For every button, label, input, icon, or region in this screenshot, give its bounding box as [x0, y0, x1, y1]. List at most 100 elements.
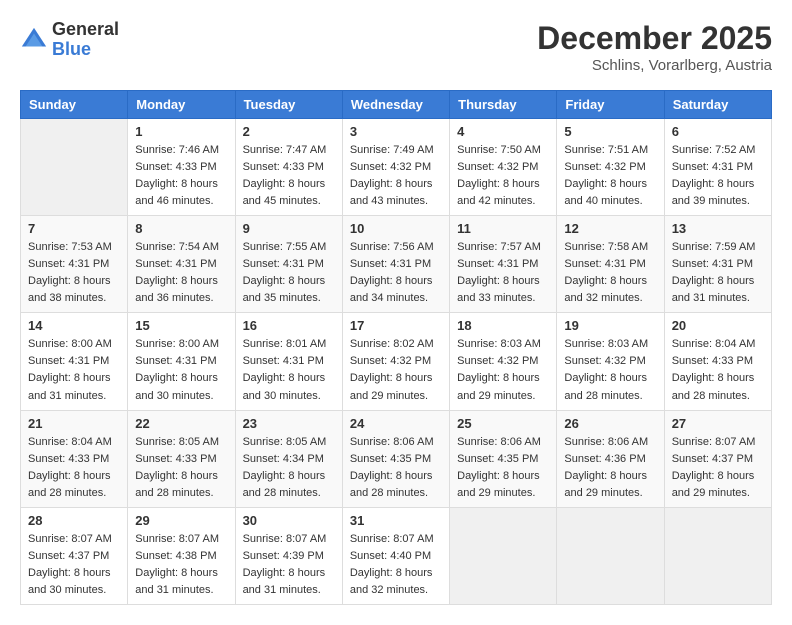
day-number: 12	[564, 221, 656, 236]
day-info: Sunrise: 8:00 AMSunset: 4:31 PMDaylight:…	[135, 336, 227, 404]
calendar-cell: 4Sunrise: 7:50 AMSunset: 4:32 PMDaylight…	[450, 119, 557, 216]
day-info: Sunrise: 7:49 AMSunset: 4:32 PMDaylight:…	[350, 142, 442, 210]
calendar-cell: 17Sunrise: 8:02 AMSunset: 4:32 PMDayligh…	[342, 313, 449, 410]
day-number: 21	[28, 416, 120, 431]
day-info: Sunrise: 7:57 AMSunset: 4:31 PMDaylight:…	[457, 239, 549, 307]
calendar-cell: 1 Sunrise: 7:46 AMSunset: 4:33 PMDaylight…	[128, 119, 235, 216]
calendar-week-row: 14 Sunrise: 8:00 AMSunset: 4:31 PMDayligh…	[21, 313, 772, 410]
day-info: Sunrise: 8:00 AMSunset: 4:31 PMDaylight:…	[28, 336, 120, 404]
day-info: Sunrise: 8:04 AMSunset: 4:33 PMDaylight:…	[28, 434, 120, 502]
day-number: 10	[350, 221, 442, 236]
day-number: 15	[135, 318, 227, 333]
day-number: 14	[28, 318, 120, 333]
day-number: 2	[243, 124, 335, 139]
day-number: 30	[243, 513, 335, 528]
day-number: 27	[672, 416, 764, 431]
calendar-cell: 26 Sunrise: 8:06 AMSunset: 4:36 PMDayligh…	[557, 410, 664, 507]
location: Schlins, Vorarlberg, Austria	[537, 57, 772, 74]
calendar-cell: 13 Sunrise: 7:59 AMSunset: 4:31 PMDayligh…	[664, 216, 771, 313]
day-info: Sunrise: 7:55 AMSunset: 4:31 PMDaylight:…	[243, 239, 335, 307]
calendar-cell: 8Sunrise: 7:54 AMSunset: 4:31 PMDaylight…	[128, 216, 235, 313]
calendar-cell: 30 Sunrise: 8:07 AMSunset: 4:39 PMDayligh…	[235, 507, 342, 604]
calendar-cell: 29 Sunrise: 8:07 AMSunset: 4:38 PMDayligh…	[128, 507, 235, 604]
day-info: Sunrise: 8:06 AMSunset: 4:35 PMDaylight:…	[350, 434, 442, 502]
calendar-week-row: 28 Sunrise: 8:07 AMSunset: 4:37 PMDayligh…	[21, 507, 772, 604]
calendar-week-row: 21 Sunrise: 8:04 AMSunset: 4:33 PMDayligh…	[21, 410, 772, 507]
logo-icon	[20, 26, 48, 54]
day-info: Sunrise: 7:47 AMSunset: 4:33 PMDaylight:…	[243, 142, 335, 210]
day-info: Sunrise: 7:46 AMSunset: 4:33 PMDaylight:…	[135, 142, 227, 210]
calendar-cell: 9 Sunrise: 7:55 AMSunset: 4:31 PMDaylight…	[235, 216, 342, 313]
calendar-week-row: 7Sunrise: 7:53 AMSunset: 4:31 PMDaylight…	[21, 216, 772, 313]
day-number: 19	[564, 318, 656, 333]
calendar-cell: 23 Sunrise: 8:05 AMSunset: 4:34 PMDayligh…	[235, 410, 342, 507]
day-info: Sunrise: 7:58 AMSunset: 4:31 PMDaylight:…	[564, 239, 656, 307]
day-number: 13	[672, 221, 764, 236]
day-number: 26	[564, 416, 656, 431]
calendar-cell: 6 Sunrise: 7:52 AMSunset: 4:31 PMDaylight…	[664, 119, 771, 216]
page-header: General Blue December 2025 Schlins, Vora…	[20, 20, 772, 74]
day-info: Sunrise: 8:02 AMSunset: 4:32 PMDaylight:…	[350, 336, 442, 404]
calendar-cell: 5 Sunrise: 7:51 AMSunset: 4:32 PMDaylight…	[557, 119, 664, 216]
calendar-cell: 27 Sunrise: 8:07 AMSunset: 4:37 PMDayligh…	[664, 410, 771, 507]
calendar-cell: 31 Sunrise: 8:07 AMSunset: 4:40 PMDayligh…	[342, 507, 449, 604]
month-year: December 2025	[537, 20, 772, 57]
day-number: 6	[672, 124, 764, 139]
calendar-cell: 12 Sunrise: 7:58 AMSunset: 4:31 PMDayligh…	[557, 216, 664, 313]
calendar-cell: 10Sunrise: 7:56 AMSunset: 4:31 PMDayligh…	[342, 216, 449, 313]
calendar-cell: 28 Sunrise: 8:07 AMSunset: 4:37 PMDayligh…	[21, 507, 128, 604]
day-info: Sunrise: 8:06 AMSunset: 4:36 PMDaylight:…	[564, 434, 656, 502]
day-number: 23	[243, 416, 335, 431]
day-number: 25	[457, 416, 549, 431]
day-of-week-header: Monday	[128, 91, 235, 119]
calendar-cell: 20Sunrise: 8:04 AMSunset: 4:33 PMDayligh…	[664, 313, 771, 410]
calendar-cell: 16Sunrise: 8:01 AMSunset: 4:31 PMDayligh…	[235, 313, 342, 410]
day-info: Sunrise: 8:07 AMSunset: 4:37 PMDaylight:…	[28, 531, 120, 599]
day-info: Sunrise: 7:59 AMSunset: 4:31 PMDaylight:…	[672, 239, 764, 307]
day-number: 31	[350, 513, 442, 528]
calendar-cell: 22 Sunrise: 8:05 AMSunset: 4:33 PMDayligh…	[128, 410, 235, 507]
calendar-cell: 14 Sunrise: 8:00 AMSunset: 4:31 PMDayligh…	[21, 313, 128, 410]
calendar-cell: 11 Sunrise: 7:57 AMSunset: 4:31 PMDayligh…	[450, 216, 557, 313]
calendar-cell: 3 Sunrise: 7:49 AMSunset: 4:32 PMDaylight…	[342, 119, 449, 216]
title-block: December 2025 Schlins, Vorarlberg, Austr…	[537, 20, 772, 74]
calendar-week-row: 1 Sunrise: 7:46 AMSunset: 4:33 PMDaylight…	[21, 119, 772, 216]
day-info: Sunrise: 7:51 AMSunset: 4:32 PMDaylight:…	[564, 142, 656, 210]
day-info: Sunrise: 7:52 AMSunset: 4:31 PMDaylight:…	[672, 142, 764, 210]
calendar-cell	[557, 507, 664, 604]
day-number: 3	[350, 124, 442, 139]
day-number: 11	[457, 221, 549, 236]
day-number: 4	[457, 124, 549, 139]
day-of-week-header: Thursday	[450, 91, 557, 119]
day-number: 16	[243, 318, 335, 333]
day-number: 5	[564, 124, 656, 139]
logo: General Blue	[20, 20, 119, 60]
day-info: Sunrise: 8:05 AMSunset: 4:34 PMDaylight:…	[243, 434, 335, 502]
day-of-week-header: Tuesday	[235, 91, 342, 119]
day-number: 9	[243, 221, 335, 236]
day-info: Sunrise: 8:05 AMSunset: 4:33 PMDaylight:…	[135, 434, 227, 502]
calendar-cell	[664, 507, 771, 604]
calendar-cell: 15 Sunrise: 8:00 AMSunset: 4:31 PMDayligh…	[128, 313, 235, 410]
calendar-cell	[450, 507, 557, 604]
day-of-week-header: Sunday	[21, 91, 128, 119]
day-info: Sunrise: 7:53 AMSunset: 4:31 PMDaylight:…	[28, 239, 120, 307]
day-info: Sunrise: 8:07 AMSunset: 4:40 PMDaylight:…	[350, 531, 442, 599]
day-info: Sunrise: 8:07 AMSunset: 4:39 PMDaylight:…	[243, 531, 335, 599]
day-info: Sunrise: 8:07 AMSunset: 4:37 PMDaylight:…	[672, 434, 764, 502]
calendar-cell: 21 Sunrise: 8:04 AMSunset: 4:33 PMDayligh…	[21, 410, 128, 507]
day-number: 29	[135, 513, 227, 528]
calendar-cell: 24 Sunrise: 8:06 AMSunset: 4:35 PMDayligh…	[342, 410, 449, 507]
day-number: 22	[135, 416, 227, 431]
calendar-cell: 25 Sunrise: 8:06 AMSunset: 4:35 PMDayligh…	[450, 410, 557, 507]
day-number: 24	[350, 416, 442, 431]
day-number: 1	[135, 124, 227, 139]
logo-text: General Blue	[52, 20, 119, 60]
day-info: Sunrise: 7:54 AMSunset: 4:31 PMDaylight:…	[135, 239, 227, 307]
calendar-cell: 18Sunrise: 8:03 AMSunset: 4:32 PMDayligh…	[450, 313, 557, 410]
day-info: Sunrise: 8:07 AMSunset: 4:38 PMDaylight:…	[135, 531, 227, 599]
calendar-cell	[21, 119, 128, 216]
day-number: 28	[28, 513, 120, 528]
day-info: Sunrise: 8:06 AMSunset: 4:35 PMDaylight:…	[457, 434, 549, 502]
calendar-cell: 7Sunrise: 7:53 AMSunset: 4:31 PMDaylight…	[21, 216, 128, 313]
